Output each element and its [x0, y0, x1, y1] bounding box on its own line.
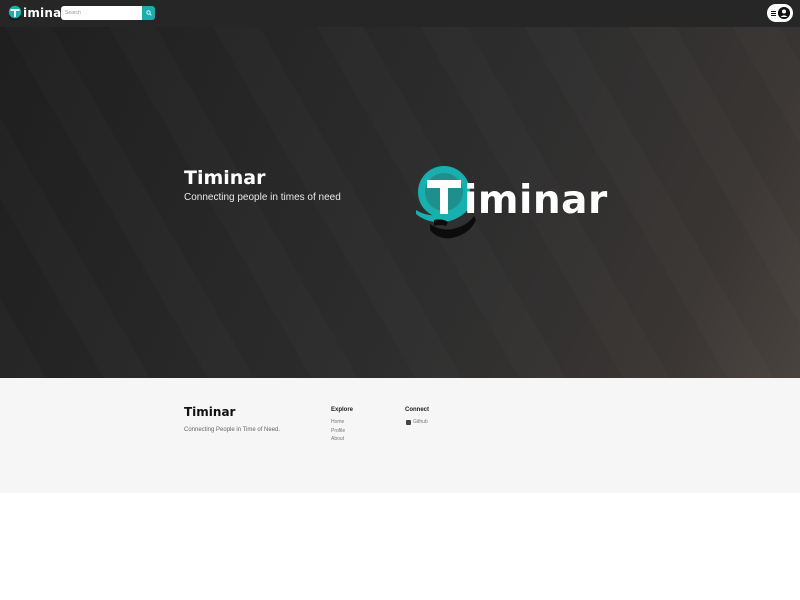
- brand-logo-link[interactable]: iminar: [8, 4, 68, 22]
- explore-links: Home Profile About: [331, 418, 345, 444]
- github-link[interactable]: Github: [406, 419, 428, 425]
- footer: Timinar Connecting People in Time of Nee…: [0, 378, 800, 493]
- connect-heading: Connect: [405, 407, 429, 413]
- explore-heading: Explore: [331, 407, 354, 413]
- hero-logo: iminar: [414, 160, 607, 246]
- hero-section: Timinar Connecting people in times of ne…: [0, 27, 800, 378]
- hero-subtitle: Connecting people in times of need: [184, 192, 341, 203]
- footer-tagline: Connecting People in Time of Need.: [184, 427, 281, 433]
- search-button[interactable]: [142, 6, 155, 20]
- user-menu-button[interactable]: [767, 4, 793, 22]
- search-input[interactable]: [61, 6, 142, 20]
- github-icon: [406, 419, 411, 425]
- footer-link-home[interactable]: Home: [331, 418, 345, 427]
- github-link-label: Github: [413, 419, 428, 425]
- search-icon: [145, 10, 152, 16]
- footer-link-profile[interactable]: Profile: [331, 427, 345, 436]
- hero-logo-word: iminar: [464, 178, 608, 223]
- hero-title: Timinar: [184, 167, 266, 189]
- footer-title: Timinar: [184, 405, 236, 419]
- footer-link-about[interactable]: About: [331, 435, 345, 444]
- user-avatar-icon: [778, 7, 790, 19]
- menu-icon: [771, 10, 776, 16]
- search-form: [61, 6, 155, 20]
- timinar-logo-icon: [8, 5, 22, 21]
- top-navbar: iminar: [0, 0, 800, 27]
